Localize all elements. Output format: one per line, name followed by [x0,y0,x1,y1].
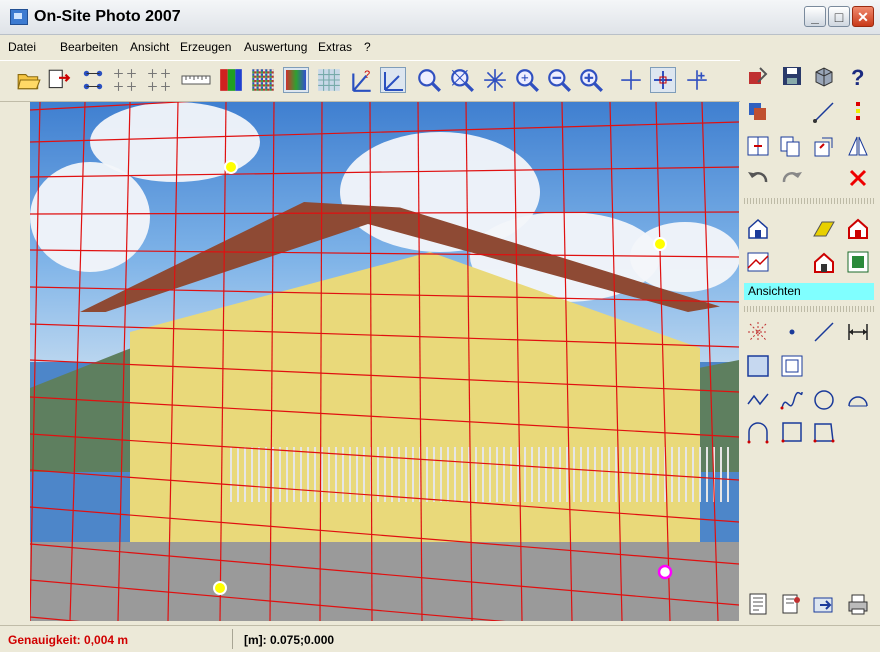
section-label: Ansichten [744,283,874,300]
crosshair-draw-icon[interactable] [746,320,770,344]
split-view-icon[interactable] [746,134,770,158]
maximize-button[interactable]: □ [828,6,850,27]
line-draw-icon[interactable] [812,320,836,344]
gradient-icon[interactable] [283,67,309,93]
perspective-grid[interactable] [30,102,739,621]
print-preview-icon[interactable] [780,592,804,616]
image-line-icon[interactable] [746,250,770,274]
menu-bearbeiten[interactable]: Bearbeiten [60,40,118,54]
angle-help-icon[interactable]: ? [349,67,375,93]
app-icon [10,9,28,25]
edit-paint-icon[interactable] [746,64,770,88]
cross-icon[interactable] [618,67,644,93]
menu-help[interactable]: ? [364,40,371,54]
spline-draw-icon[interactable] [780,388,804,412]
star-icon[interactable] [482,67,508,93]
delete-icon[interactable] [846,166,870,190]
menu-bar: Datei Bearbeiten Ansicht Erzeugen Auswer… [0,37,880,59]
import-icon[interactable] [46,67,72,93]
export-sheet-icon[interactable] [846,250,870,274]
layer-icon[interactable] [746,100,770,124]
quad-draw-icon[interactable] [812,420,836,444]
zoom-fit-icon[interactable] [514,67,540,93]
color-grid-icon[interactable] [250,67,276,93]
menu-extras[interactable]: Extras [318,40,352,54]
house-view-icon[interactable] [812,250,836,274]
points-grid-icon[interactable] [80,67,106,93]
wall-icon[interactable] [812,216,836,240]
square-draw-icon[interactable] [780,420,804,444]
points-grid-2-icon[interactable] [112,67,138,93]
ruler-icon[interactable] [180,67,212,93]
zoom-point-icon[interactable] [416,67,442,93]
svg-text:?: ? [364,69,370,81]
minimize-button[interactable]: _ [804,6,826,27]
report-icon[interactable] [746,592,770,616]
redo-icon[interactable] [780,166,804,190]
undo-icon[interactable] [746,166,770,190]
copy-icon[interactable] [778,134,802,158]
rect-fill-draw-icon[interactable] [746,354,770,378]
open-folder-icon[interactable] [16,67,42,93]
arc-draw-icon[interactable] [846,388,870,412]
accuracy-status: Genauigkeit: 0,004 m [8,633,129,647]
photo-canvas[interactable] [30,102,739,621]
arch-draw-icon[interactable] [746,420,770,444]
print-icon[interactable] [846,592,870,616]
menu-auswertung[interactable]: Auswertung [244,40,307,54]
zoom-out-icon[interactable] [546,67,572,93]
save-icon[interactable] [780,64,804,88]
menu-ansicht[interactable]: Ansicht [130,40,169,54]
angle-icon[interactable] [380,67,406,93]
help-icon[interactable]: ? [846,64,870,88]
control-point-marker[interactable] [213,581,227,595]
title-bar: On-Site Photo 2007 _ □ ✕ [0,0,880,35]
app-window: On-Site Photo 2007 _ □ ✕ Datei Bearbeite… [0,0,880,651]
menu-datei[interactable]: Datei [8,40,36,54]
close-button[interactable]: ✕ [852,6,874,27]
point-draw-icon[interactable] [780,320,804,344]
main-toolbar: ? [0,60,740,102]
color-dots-icon[interactable] [846,100,870,124]
status-divider [232,629,233,649]
3d-box-icon[interactable] [812,64,836,88]
mirror-icon[interactable] [846,134,870,158]
zoom-in-icon[interactable] [578,67,604,93]
points-grid-3-icon[interactable] [146,67,172,93]
coordinates-status: [m]: 0.075;0.000 [244,633,335,647]
rgb-bars-icon[interactable] [218,67,244,93]
cross-bold-icon[interactable] [650,67,676,93]
window-title: On-Site Photo 2007 [34,8,181,25]
line-icon[interactable] [812,100,836,124]
circle-draw-icon[interactable] [812,388,836,412]
svg-text:?: ? [851,65,864,88]
control-point-marker[interactable] [653,237,667,251]
status-bar: Genauigkeit: 0,004 m [m]: 0.075;0.000 [0,625,880,652]
export-icon[interactable] [812,592,836,616]
section-divider [744,198,876,204]
polyline-draw-icon[interactable] [746,388,770,412]
rect-outline-draw-icon[interactable] [780,354,804,378]
paste-icon[interactable] [812,134,836,158]
mesh-icon[interactable] [316,67,342,93]
zoom-cross-icon[interactable] [449,67,475,93]
selected-point-marker[interactable] [657,564,673,580]
cross-offset-icon[interactable] [684,67,710,93]
control-point-marker[interactable] [224,160,238,174]
dimension-draw-icon[interactable] [846,320,870,344]
house-add-icon[interactable] [746,216,770,240]
menu-erzeugen[interactable]: Erzeugen [180,40,231,54]
house-red-icon[interactable] [846,216,870,240]
section-divider [744,306,876,312]
